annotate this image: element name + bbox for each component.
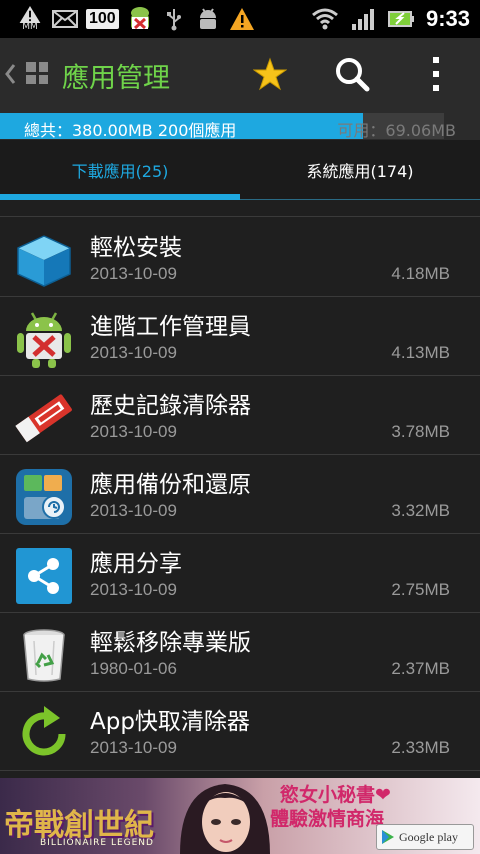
tab-active-indicator bbox=[0, 194, 240, 200]
cell-signal-icon bbox=[350, 6, 376, 32]
android-robot-x-icon bbox=[14, 309, 74, 369]
list-item[interactable]: 輕松安裝 2013-10-09 4.18MB bbox=[0, 218, 480, 297]
google-play-label: Google play bbox=[399, 829, 458, 844]
list-item[interactable]: 應用分享 2013-10-09 2.75MB bbox=[0, 534, 480, 613]
list-item[interactable]: 輕鬆移除專業版 1980-01-06 2.37MB bbox=[0, 613, 480, 692]
signal-warning-icon: MM bbox=[16, 6, 44, 32]
app-date: 2013-10-09 bbox=[90, 501, 177, 520]
share-icon bbox=[14, 546, 74, 606]
ad-tagline-1: 慾女小秘書❤ bbox=[280, 784, 391, 806]
ad-character-image bbox=[170, 778, 280, 854]
android-debug-icon bbox=[195, 6, 221, 32]
wifi-icon bbox=[311, 6, 338, 32]
warning-icon bbox=[229, 6, 255, 32]
app-date: 2013-10-09 bbox=[90, 422, 177, 441]
back-chevron-icon[interactable] bbox=[4, 58, 18, 90]
app-date: 2013-10-09 bbox=[90, 580, 177, 599]
list-item[interactable]: 進階工作管理員 2013-10-09 4.13MB bbox=[0, 297, 480, 376]
mm-label: MM bbox=[22, 22, 38, 32]
usb-icon bbox=[161, 6, 187, 32]
list-item[interactable]: 歷史記錄清除器 2013-10-09 3.78MB bbox=[0, 376, 480, 455]
app-name: 輕松安裝 bbox=[90, 235, 182, 261]
clock: 9:33 bbox=[425, 6, 470, 31]
tab-downloaded-apps[interactable]: 下載應用(25) bbox=[0, 140, 240, 200]
list-item[interactable]: 應用備份和還原 2013-10-09 3.32MB bbox=[0, 455, 480, 534]
star-icon bbox=[253, 57, 287, 91]
google-play-badge[interactable]: Google play bbox=[376, 824, 474, 850]
notification-count-badge: 100 bbox=[86, 9, 119, 29]
list-divider bbox=[0, 216, 480, 217]
eraser-icon bbox=[14, 388, 74, 448]
app-list: 輕松安裝 2013-10-09 4.18MB 進階工作管理員 2013-10-0… bbox=[0, 218, 480, 771]
tab-bar: 下載應用(25) 系統應用(174) bbox=[0, 140, 480, 200]
app-size: 2.37MB bbox=[391, 659, 450, 678]
android-task-icon bbox=[127, 6, 153, 32]
app-size: 4.18MB bbox=[391, 264, 450, 283]
page-title: 應用管理 bbox=[62, 63, 170, 94]
app-name: 歷史記錄清除器 bbox=[90, 393, 251, 419]
app-date: 2013-10-09 bbox=[90, 738, 177, 757]
blue-cube-icon bbox=[14, 230, 74, 290]
play-store-icon bbox=[382, 830, 394, 844]
app-name: 應用分享 bbox=[90, 551, 182, 577]
list-item[interactable]: App快取清除器 2013-10-09 2.33MB bbox=[0, 692, 480, 771]
mail-icon bbox=[52, 6, 78, 32]
app-size: 4.13MB bbox=[391, 343, 450, 362]
app-name: 進階工作管理員 bbox=[90, 314, 251, 340]
status-bar: MM 100 9:33 bbox=[0, 0, 480, 38]
app-size: 2.75MB bbox=[391, 580, 450, 599]
storage-total-text: 總共：380.00MB 200個應用 bbox=[24, 121, 237, 140]
ad-banner[interactable]: 帝戰創世紀 BILLIONAIRE LEGEND 慾女小秘書❤ 體驗激情商海 G… bbox=[0, 778, 480, 854]
app-date: 2013-10-09 bbox=[90, 343, 177, 362]
backup-restore-icon bbox=[14, 467, 74, 527]
app-date: 2013-10-09 bbox=[90, 264, 177, 283]
battery-charging-icon bbox=[387, 6, 414, 32]
app-size: 3.32MB bbox=[391, 501, 450, 520]
action-bar: 應用管理 bbox=[0, 38, 480, 110]
search-button[interactable] bbox=[330, 52, 374, 96]
app-grid-icon[interactable] bbox=[26, 62, 48, 84]
app-name: 輕鬆移除專業版 bbox=[90, 630, 251, 656]
favorite-star-button[interactable] bbox=[248, 52, 292, 96]
app-size: 2.33MB bbox=[391, 738, 450, 757]
app-size: 3.78MB bbox=[391, 422, 450, 441]
app-date: 1980-01-06 bbox=[90, 659, 177, 678]
ad-tagline-2: 體驗激情商海 bbox=[270, 808, 385, 830]
ad-game-subtitle: BILLIONAIRE LEGEND bbox=[40, 838, 154, 848]
app-name: App快取清除器 bbox=[90, 709, 250, 735]
overflow-menu-button[interactable] bbox=[414, 52, 458, 96]
storage-usage-bar: 總共：380.00MB 200個應用 可用：69.06MB bbox=[0, 110, 480, 140]
green-refresh-icon bbox=[14, 704, 74, 764]
recycle-bin-icon bbox=[14, 625, 74, 685]
overflow-menu-icon bbox=[433, 57, 439, 91]
storage-free-text: 可用：69.06MB bbox=[337, 121, 456, 140]
tab-system-apps[interactable]: 系統應用(174) bbox=[240, 140, 480, 200]
app-name: 應用備份和還原 bbox=[90, 472, 251, 498]
search-icon bbox=[336, 58, 370, 92]
